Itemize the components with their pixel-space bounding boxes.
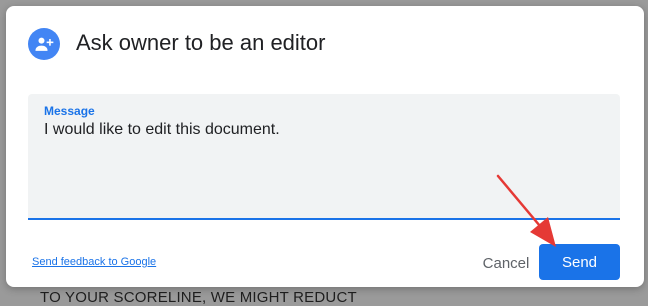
message-field[interactable]: Message I would like to edit this docume… <box>28 94 620 220</box>
message-field-label: Message <box>44 104 95 118</box>
person-add-icon <box>28 28 60 60</box>
message-field-value[interactable]: I would like to edit this document. <box>44 121 280 139</box>
request-edit-access-dialog: Ask owner to be an editor Message I woul… <box>6 6 644 287</box>
send-button[interactable]: Send <box>539 244 620 280</box>
dialog-title: Ask owner to be an editor <box>76 30 326 55</box>
send-feedback-link[interactable]: Send feedback to Google <box>32 256 156 268</box>
cancel-button[interactable]: Cancel <box>466 246 546 280</box>
